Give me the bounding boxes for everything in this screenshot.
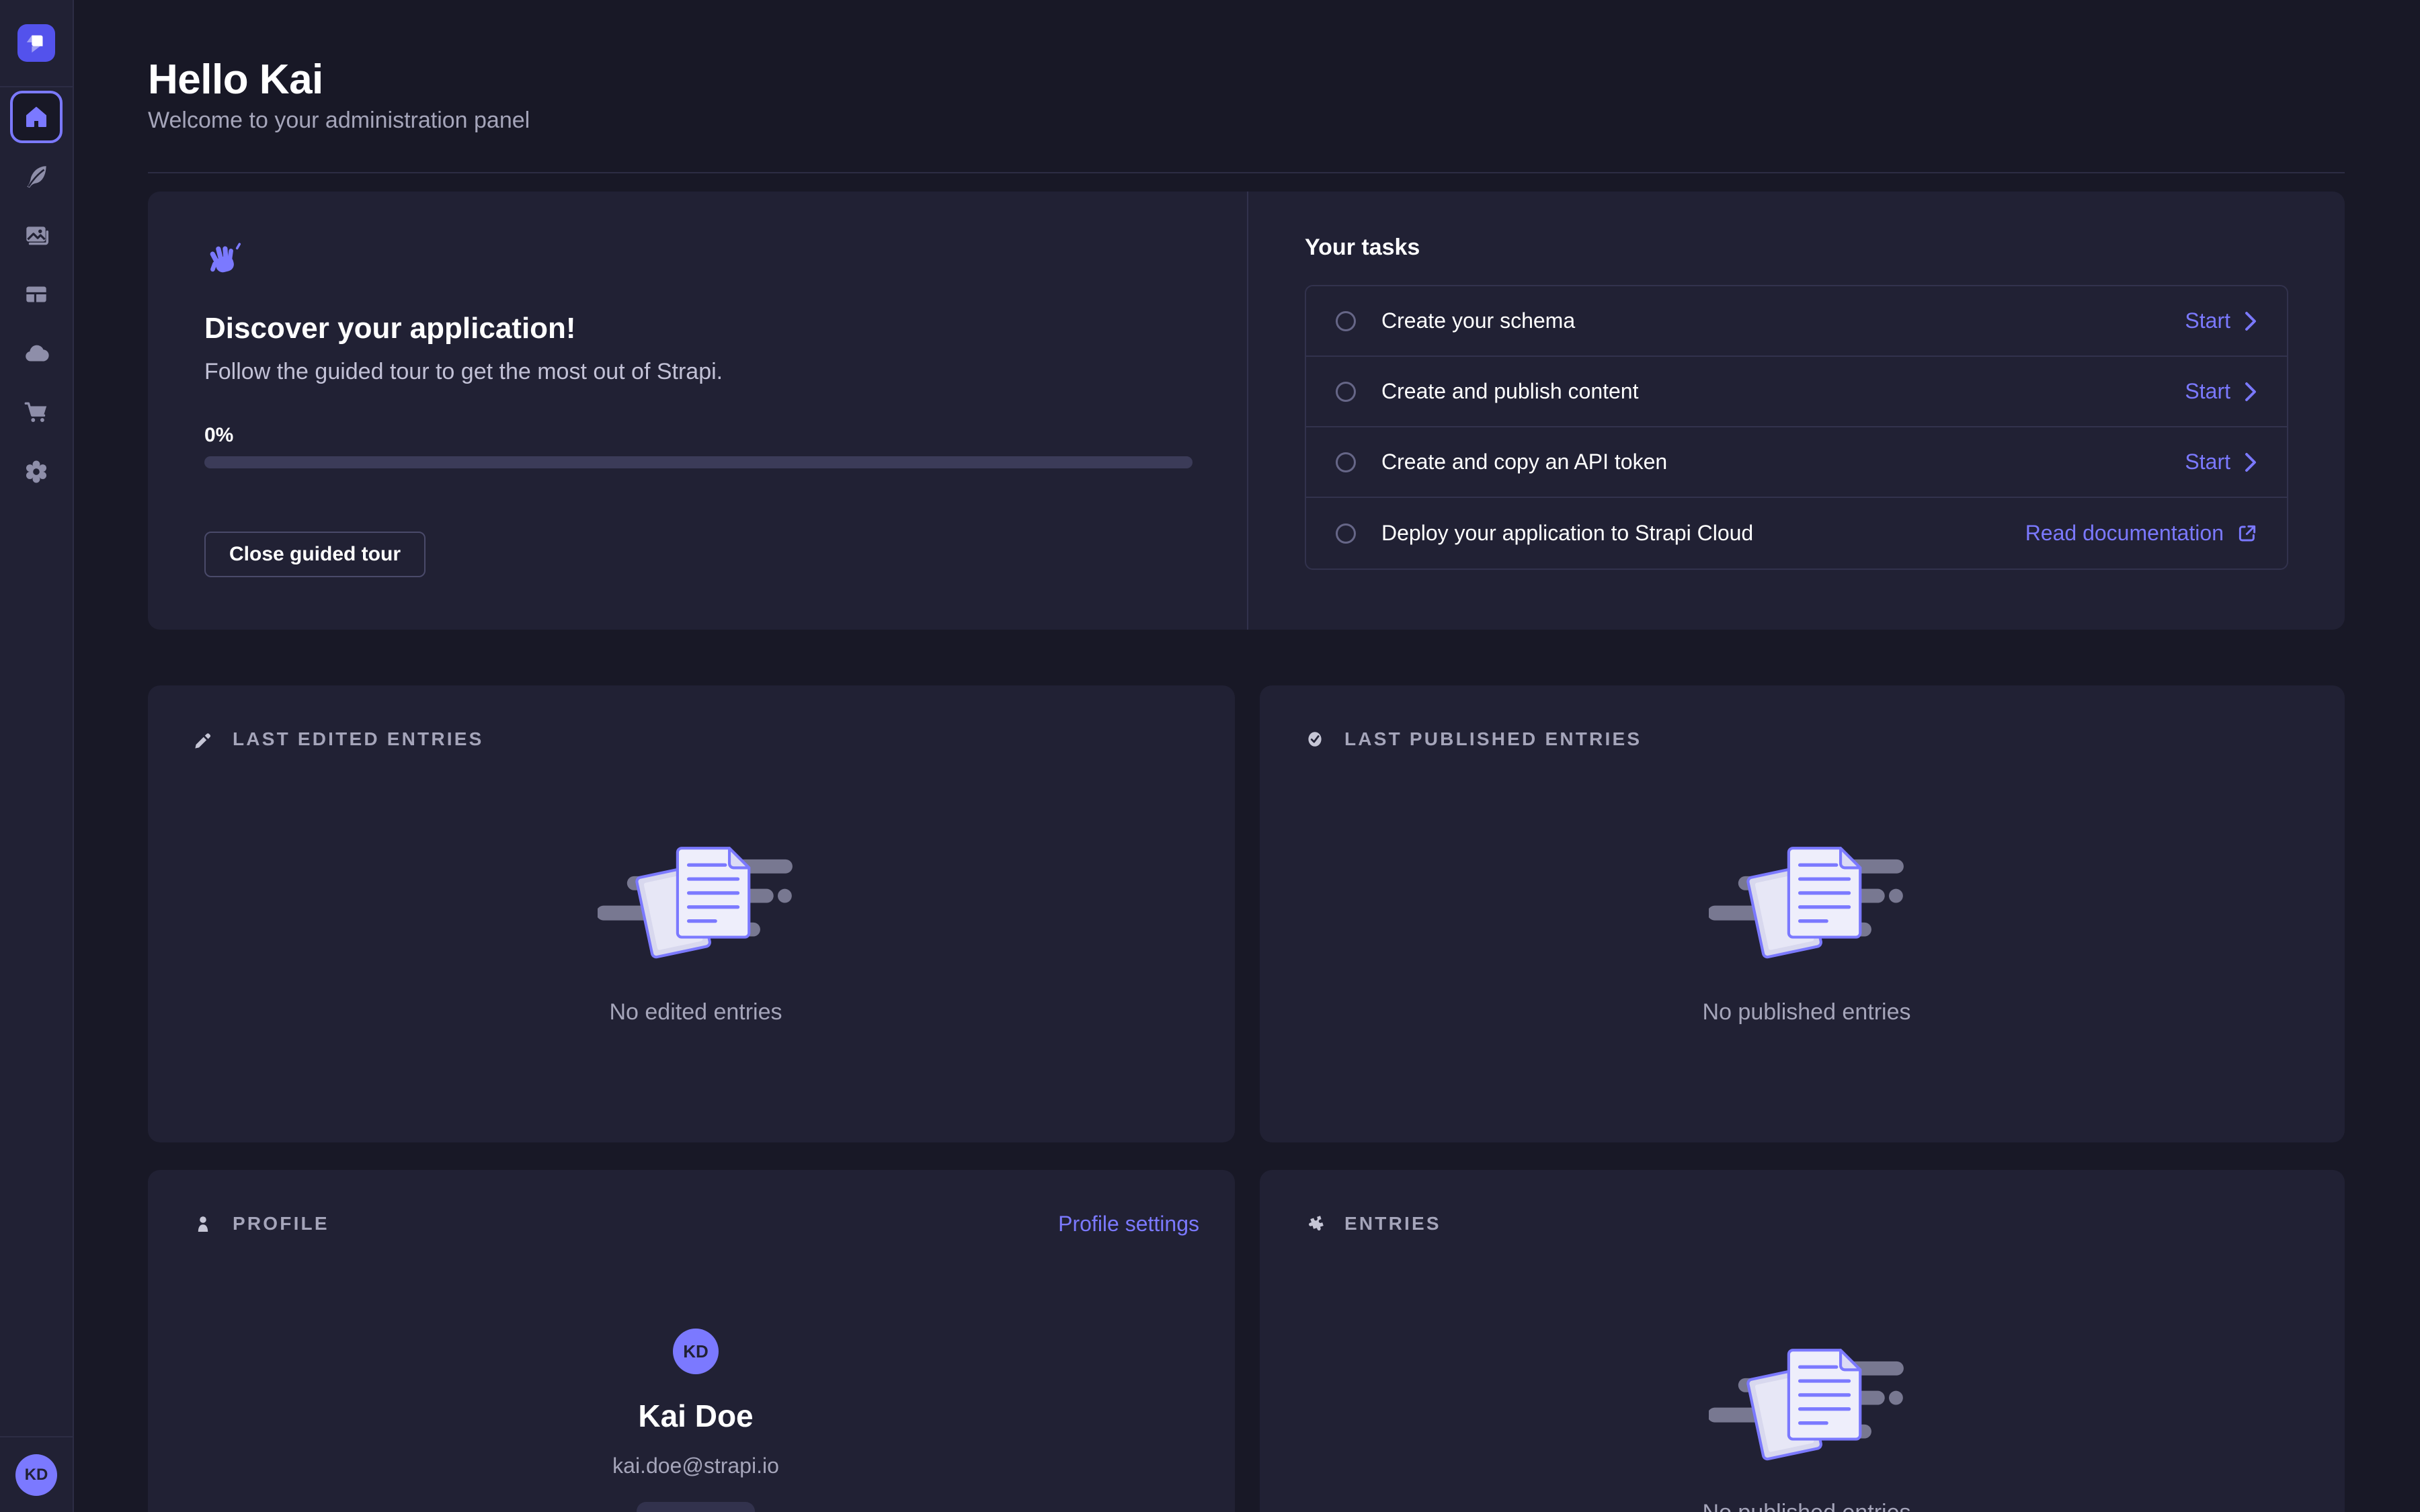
home-icon: [23, 103, 50, 130]
user-avatar[interactable]: KD: [15, 1454, 57, 1496]
header-divider: [148, 172, 2345, 173]
strapi-logo-icon: [24, 30, 49, 56]
task-status-circle-icon: [1336, 523, 1356, 544]
last-published-entries-widget: LAST PUBLISHED ENTRIES: [1260, 685, 2345, 1142]
profile-email: kai.doe@strapi.io: [612, 1452, 779, 1479]
active-nav-highlight: [10, 91, 63, 143]
task-status-circle-icon: [1336, 382, 1356, 402]
your-tasks-panel: Your tasks Create your schema Start Crea…: [1248, 192, 2345, 630]
empty-state: No published entries: [1304, 1236, 2309, 1512]
task-action-label: Read documentation: [2025, 521, 2224, 546]
close-guided-tour-button[interactable]: Close guided tour: [204, 532, 426, 577]
task-action-label: Start: [2185, 379, 2230, 404]
sidebar-item-media-library[interactable]: [0, 206, 73, 265]
page-title: Hello Kai: [148, 54, 2345, 106]
task-row-api-token[interactable]: Create and copy an API token Start: [1306, 427, 2287, 498]
chevron-right-icon: [2244, 452, 2257, 472]
widget-title: LAST EDITED ENTRIES: [233, 728, 484, 750]
sidebar-user-block: KD: [0, 1436, 73, 1512]
widget-title: PROFILE: [233, 1213, 329, 1234]
external-link-icon: [2237, 523, 2257, 544]
entries-widget: ENTRIES: [1260, 1170, 2345, 1512]
task-row-publish-content[interactable]: Create and publish content Start: [1306, 357, 2287, 427]
empty-documents-illustration: [1709, 845, 1905, 960]
task-status-circle-icon: [1336, 452, 1356, 472]
widget-header: PROFILE Profile settings: [192, 1212, 1199, 1236]
widget-title: LAST PUBLISHED ENTRIES: [1344, 728, 1642, 750]
task-action-label: Start: [2185, 308, 2230, 333]
widget-title: ENTRIES: [1344, 1213, 1441, 1234]
sidebar-item-content-type-builder[interactable]: [0, 265, 73, 324]
profile-body: KD Kai Doe kai.doe@strapi.io: [192, 1236, 1199, 1512]
task-start-link[interactable]: Start: [2185, 379, 2257, 404]
layout-icon: [22, 280, 50, 308]
puzzle-icon: [1304, 1213, 1326, 1234]
chevron-right-icon: [2244, 311, 2257, 331]
task-start-link[interactable]: Start: [2185, 308, 2257, 333]
gear-icon: [22, 458, 50, 486]
widget-header: LAST PUBLISHED ENTRIES: [1304, 727, 2309, 751]
profile-avatar: KD: [673, 1329, 719, 1374]
profile-settings-link[interactable]: Profile settings: [1058, 1212, 1199, 1236]
empty-state: No published entries: [1304, 751, 2309, 1025]
pencil-icon: [192, 728, 214, 750]
progress-bar: [204, 456, 1193, 468]
sidebar-item-marketplace[interactable]: [0, 383, 73, 442]
empty-documents-illustration: [598, 845, 794, 960]
cut-off-profile-button[interactable]: [637, 1502, 755, 1512]
sidebar-item-home[interactable]: [0, 87, 73, 146]
page-subtitle: Welcome to your administration panel: [148, 106, 2345, 134]
last-edited-entries-widget: LAST EDITED ENTRIES: [148, 685, 1235, 1142]
task-label: Create your schema: [1381, 308, 1575, 333]
media-library-icon: [22, 221, 50, 249]
widgets-row-entries-states: LAST EDITED ENTRIES: [148, 685, 2345, 1142]
progress-percent-label: 0%: [204, 424, 1191, 447]
cloud-icon: [22, 339, 50, 368]
cart-icon: [22, 398, 50, 427]
guided-tour-title: Discover your application!: [204, 312, 1191, 345]
sidebar-item-settings[interactable]: [0, 442, 73, 501]
read-documentation-link[interactable]: Read documentation: [2025, 521, 2257, 546]
empty-state-caption: No published entries: [1703, 999, 1911, 1025]
task-label: Create and publish content: [1381, 379, 1638, 404]
logo-block: [0, 0, 73, 87]
empty-state-caption: No published entries: [1703, 1500, 1911, 1512]
profile-name: Kai Doe: [638, 1397, 753, 1435]
your-tasks-title: Your tasks: [1305, 235, 2288, 261]
profile-widget: PROFILE Profile settings KD Kai Doe kai.…: [148, 1170, 1235, 1512]
task-status-circle-icon: [1336, 311, 1356, 331]
task-action-label: Start: [2185, 450, 2230, 474]
sidebar: KD: [0, 0, 74, 1512]
guided-tour-card: Discover your application! Follow the gu…: [148, 192, 2345, 630]
guided-tour-subtitle: Follow the guided tour to get the most o…: [204, 359, 1191, 385]
task-row-deploy-cloud[interactable]: Deploy your application to Strapi Cloud …: [1306, 498, 2287, 569]
empty-state: No edited entries: [192, 751, 1199, 1025]
widget-header: ENTRIES: [1304, 1212, 2309, 1236]
feather-icon: [22, 162, 50, 190]
empty-documents-illustration: [1709, 1347, 1905, 1462]
strapi-logo[interactable]: [17, 24, 55, 62]
waving-hand-icon: [204, 240, 243, 279]
guided-tour-left: Discover your application! Follow the gu…: [148, 192, 1247, 630]
main-content: Hello Kai Welcome to your administration…: [74, 0, 2420, 1512]
task-start-link[interactable]: Start: [2185, 450, 2257, 474]
person-icon: [192, 1213, 214, 1234]
sidebar-item-content-manager[interactable]: [0, 146, 73, 206]
empty-state-caption: No edited entries: [609, 999, 782, 1025]
sidebar-item-cloud[interactable]: [0, 324, 73, 383]
task-label: Create and copy an API token: [1381, 450, 1667, 474]
check-circle-icon: [1304, 728, 1326, 750]
widget-header: LAST EDITED ENTRIES: [192, 727, 1199, 751]
widgets-row-profile-entries: PROFILE Profile settings KD Kai Doe kai.…: [148, 1170, 2345, 1512]
task-row-create-schema[interactable]: Create your schema Start: [1306, 286, 2287, 357]
task-list: Create your schema Start Create and publ…: [1305, 285, 2288, 570]
task-label: Deploy your application to Strapi Cloud: [1381, 521, 1753, 546]
chevron-right-icon: [2244, 382, 2257, 402]
sidebar-nav: [0, 87, 73, 1436]
